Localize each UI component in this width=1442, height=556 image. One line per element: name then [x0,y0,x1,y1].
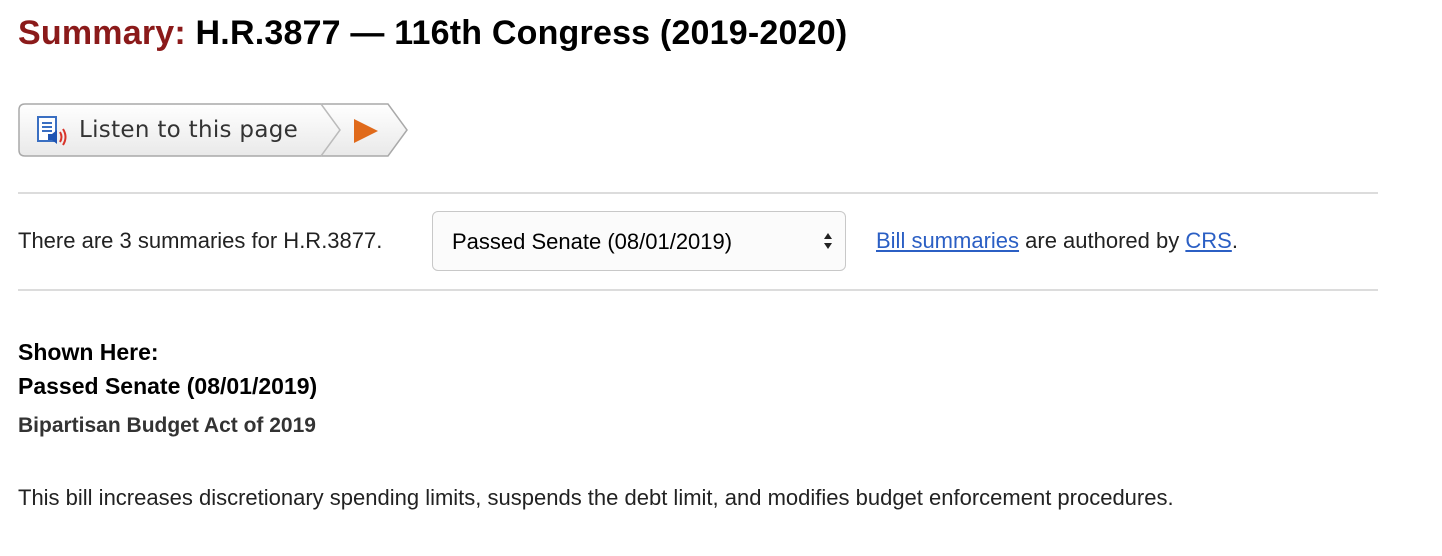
divider [18,192,1378,194]
summary-version-value: Passed Senate (08/01/2019) [452,229,733,254]
play-icon[interactable] [348,113,408,149]
select-arrows-icon [823,231,833,251]
summary-count-text: There are 3 summaries for H.R.3877. [18,228,383,253]
crs-link[interactable]: CRS [1185,228,1231,253]
act-title: Bipartisan Budget Act of 2019 [18,414,316,437]
document-speaker-icon [36,115,72,147]
divider [18,289,1378,291]
listen-label: Listen to this page [79,117,299,143]
authored-end-text: . [1231,228,1238,253]
shown-version: Passed Senate (08/01/2019) [18,373,318,399]
summary-page: Summary: H.R.3877 — 116th Congress (2019… [0,0,1442,556]
page-title: Summary: H.R.3877 — 116th Congress (2019… [18,14,847,53]
shown-here-label: Shown Here: [18,339,159,365]
listen-widget[interactable]: Listen to this page [18,103,408,159]
authored-by-text: Bill summaries are authored by CRS. [876,228,1238,254]
summary-text: This bill increases discretionary spendi… [18,485,1174,510]
summary-selector-row: There are 3 summaries for H.R.3877. Pass… [18,211,1398,273]
summary-version-select[interactable]: Passed Senate (08/01/2019) [432,211,846,271]
page-title-bill: H.R.3877 — 116th Congress (2019-2020) [195,14,848,52]
bill-summaries-link[interactable]: Bill summaries [876,228,1019,253]
authored-middle-text: are authored by [1019,228,1186,253]
page-title-prefix: Summary: [18,14,186,52]
